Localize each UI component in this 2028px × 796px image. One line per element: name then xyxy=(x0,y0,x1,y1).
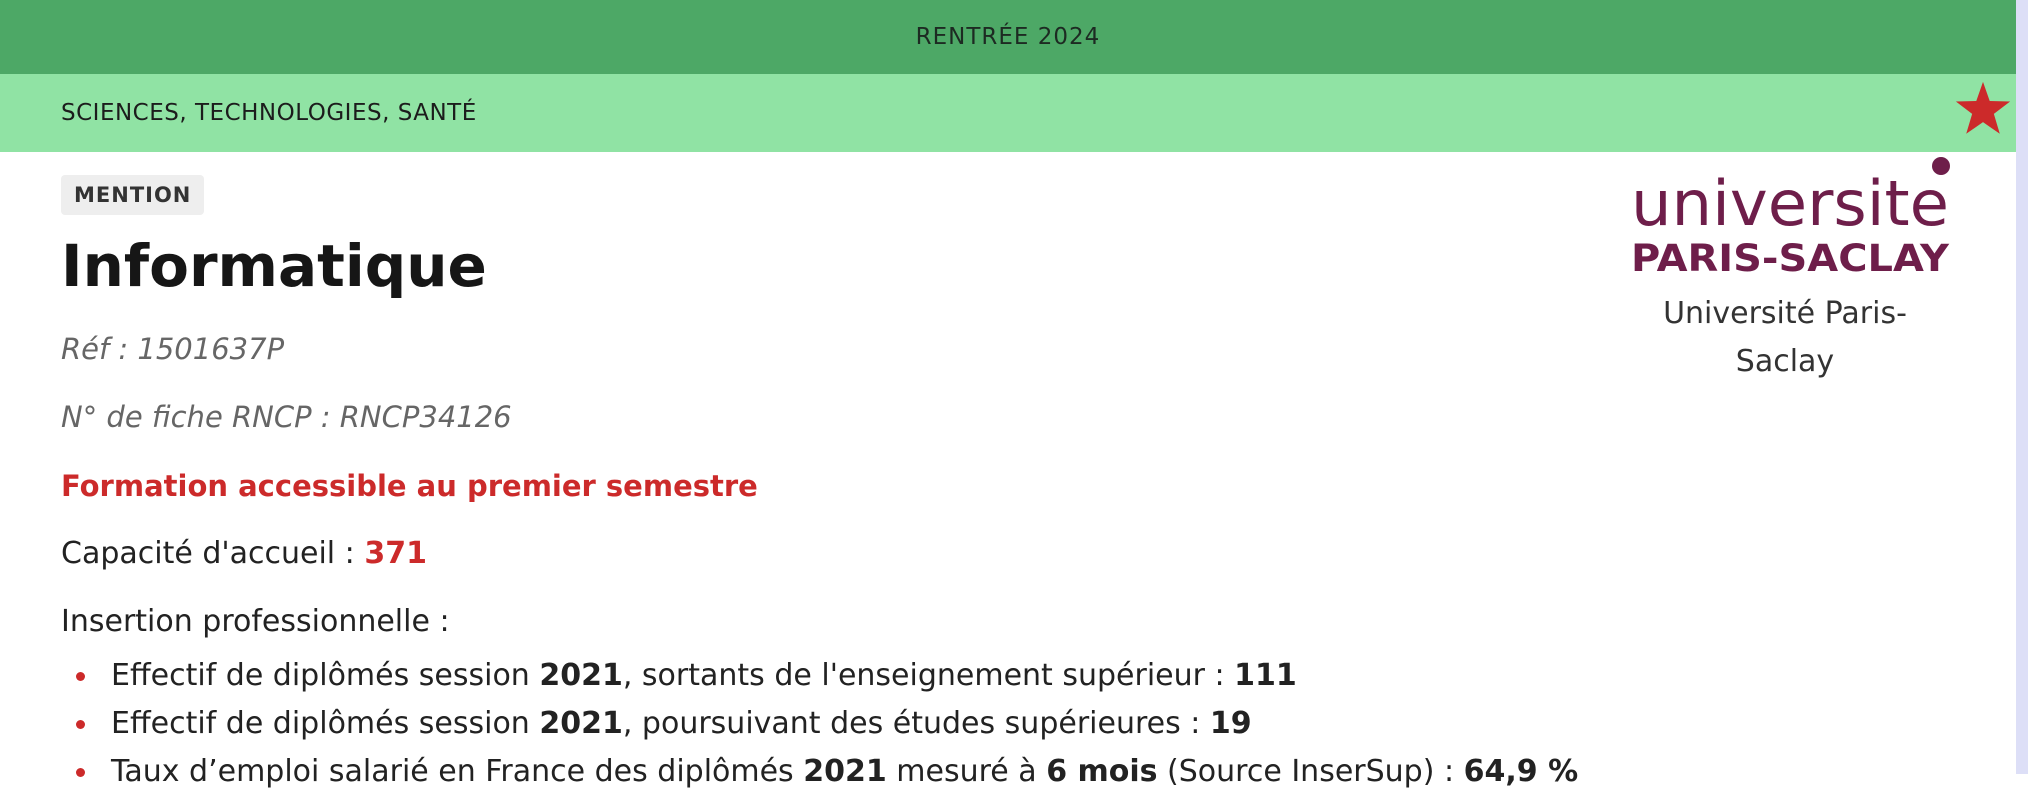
insertion-stats-list: Effectif de diplômés session 2021, sorta… xyxy=(61,652,1578,796)
bullet-icon xyxy=(76,720,85,729)
university-logo: universite PARIS-SACLAY xyxy=(1631,157,1950,275)
rncp-number: N° de fiche RNCP : RNCP34126 xyxy=(61,400,512,434)
semester-notice: Formation accessible au premier semestre xyxy=(61,469,758,503)
capacity-line: Capacité d'accueil : 371 xyxy=(61,536,427,571)
domain-banner: SCIENCES, TECHNOLOGIES, SANTÉ xyxy=(0,74,2016,152)
domain-label: SCIENCES, TECHNOLOGIES, SANTÉ xyxy=(61,100,477,126)
svg-text:PARIS-SACLAY: PARIS-SACLAY xyxy=(1631,237,1950,275)
svg-text:universite: universite xyxy=(1631,167,1949,240)
star-icon[interactable] xyxy=(1952,78,2014,140)
insertion-heading: Insertion professionnelle : xyxy=(61,604,450,639)
mention-badge: MENTION xyxy=(61,175,205,215)
list-item: Taux d’emploi salarié en France des dipl… xyxy=(61,748,1578,796)
university-name: Université Paris- Saclay xyxy=(1663,296,1907,379)
bullet-icon xyxy=(76,768,85,777)
page-title: Informatique xyxy=(61,232,487,300)
scrollbar-track[interactable] xyxy=(2016,0,2028,774)
capacity-value: 371 xyxy=(364,536,427,571)
rentree-label: RENTRÉE 2024 xyxy=(915,24,1101,50)
list-item: Effectif de diplômés session 2021, pours… xyxy=(61,700,1578,748)
rentree-banner: RENTRÉE 2024 xyxy=(0,0,2016,74)
capacity-label: Capacité d'accueil : xyxy=(61,536,365,571)
bullet-icon xyxy=(76,672,85,681)
reference-number: Réf : 1501637P xyxy=(61,332,285,366)
list-item: Effectif de diplômés session 2021, sorta… xyxy=(61,652,1578,700)
